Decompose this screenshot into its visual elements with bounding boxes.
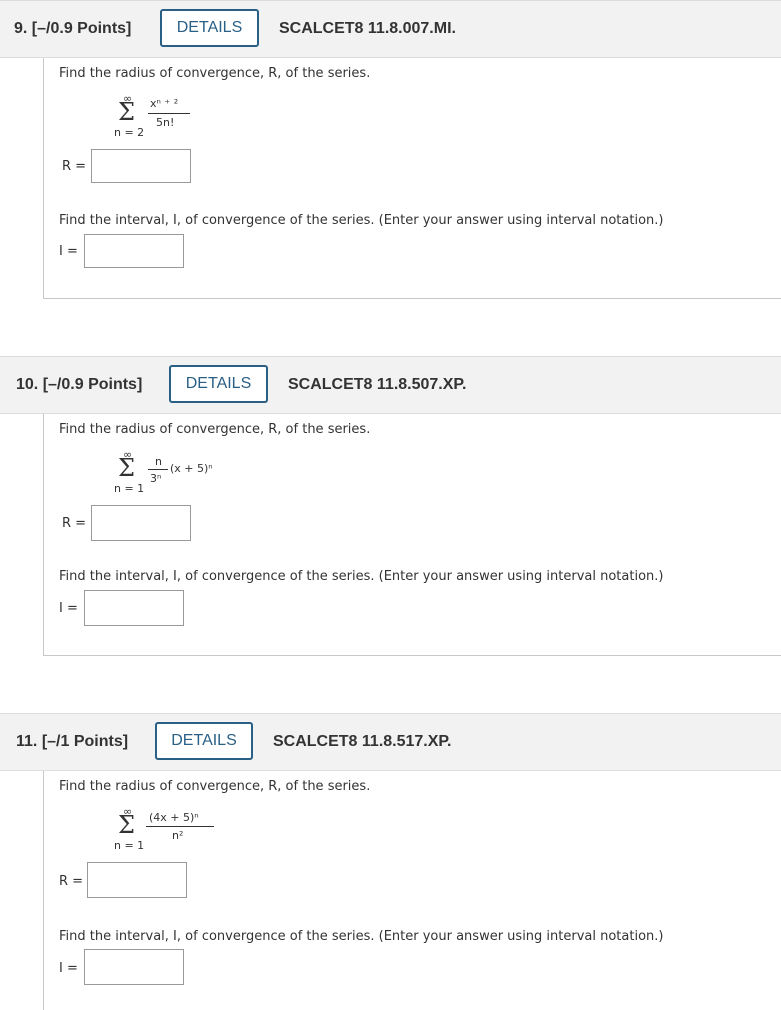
interval-input[interactable] [84, 234, 184, 268]
radius-prompt: Find the radius of convergence, R, of th… [59, 66, 371, 81]
fraction-denominator: n² [172, 829, 184, 842]
question-body: Find the radius of convergence, R, of th… [43, 414, 781, 656]
sigma-icon: Σ [118, 98, 135, 126]
fraction-bar [148, 469, 168, 470]
interval-label: I = [59, 961, 78, 976]
question-number-points: 9. [–/0.9 Points] [14, 20, 131, 38]
fraction-denominator: 5n! [156, 116, 175, 129]
points-label: [–/0.9 Points] [31, 20, 132, 37]
series-expression: ∞ Σ n = 2 xⁿ ⁺ ² 5n! [114, 92, 234, 142]
question-code: SCALCET8 11.8.007.MI. [279, 20, 456, 37]
radius-input[interactable] [87, 862, 187, 898]
sigma-icon: Σ [118, 454, 135, 482]
question-number-points: 10. [–/0.9 Points] [16, 376, 142, 394]
radius-label: R = [62, 516, 87, 531]
series-expression: ∞ Σ n = 1 (4x + 5)ⁿ n² [114, 805, 254, 855]
interval-label: I = [59, 601, 78, 616]
question-code: SCALCET8 11.8.507.XP. [288, 376, 467, 393]
interval-prompt: Find the interval, I, of convergence of … [59, 213, 664, 228]
question-number: 9. [14, 20, 28, 37]
interval-prompt: Find the interval, I, of convergence of … [59, 929, 664, 944]
radius-label: R = [59, 874, 84, 889]
points-label: [–/1 Points] [41, 733, 129, 750]
radius-prompt: Find the radius of convergence, R, of th… [59, 779, 371, 794]
fraction-numerator: xⁿ ⁺ ² [150, 97, 179, 110]
question-number-points: 11. [–/1 Points] [16, 733, 128, 751]
question-number: 10. [16, 376, 39, 393]
details-button[interactable]: DETAILS [160, 9, 259, 47]
question-body: Find the radius of convergence, R, of th… [43, 58, 781, 299]
question-header: 10. [–/0.9 Points] DETAILS SCALCET8 11.8… [0, 356, 781, 414]
series-term: (x + 5)ⁿ [170, 462, 213, 475]
question-code: SCALCET8 11.8.517.XP. [273, 733, 452, 750]
interval-prompt: Find the interval, I, of convergence of … [59, 569, 664, 584]
radius-input[interactable] [91, 505, 191, 541]
series-expression: ∞ Σ n = 1 n 3ⁿ (x + 5)ⁿ [114, 448, 254, 498]
sum-lower-limit: n = 2 [114, 126, 145, 139]
question-header: 9. [–/0.9 Points] DETAILS SCALCET8 11.8.… [0, 0, 781, 58]
sum-lower-limit: n = 1 [114, 482, 145, 495]
fraction-bar [148, 113, 190, 114]
interval-input[interactable] [84, 949, 184, 985]
sigma-icon: Σ [118, 811, 135, 839]
question-number: 11. [16, 733, 38, 750]
radius-prompt: Find the radius of convergence, R, of th… [59, 422, 371, 437]
details-button[interactable]: DETAILS [155, 722, 253, 760]
radius-label: R = [62, 159, 87, 174]
points-label: [–/0.9 Points] [42, 376, 143, 393]
details-button[interactable]: DETAILS [169, 365, 268, 403]
sum-lower-limit: n = 1 [114, 839, 145, 852]
interval-input[interactable] [84, 590, 184, 626]
question-header: 11. [–/1 Points] DETAILS SCALCET8 11.8.5… [0, 713, 781, 771]
fraction-numerator: n [155, 455, 162, 468]
question-body: Find the radius of convergence, R, of th… [43, 771, 781, 1010]
interval-label: I = [59, 244, 78, 259]
fraction-numerator: (4x + 5)ⁿ [149, 811, 199, 824]
fraction-bar [146, 826, 214, 827]
radius-input[interactable] [91, 149, 191, 183]
fraction-denominator: 3ⁿ [150, 472, 162, 485]
